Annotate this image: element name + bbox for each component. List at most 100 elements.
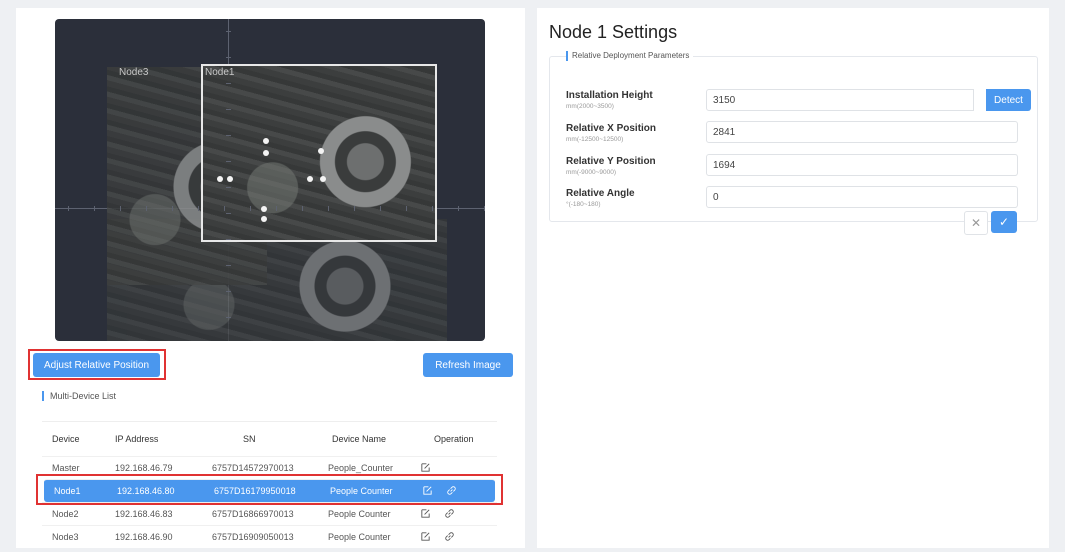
axis-tick <box>226 57 231 58</box>
ip-address-cell: 192.168.46.79 <box>115 463 173 473</box>
device-cell: Node2 <box>52 509 79 519</box>
relative-y-input[interactable] <box>706 154 1018 176</box>
relative-y-hint: mm(-9000~9000) <box>566 169 617 176</box>
axis-tick <box>226 265 231 266</box>
camera-view[interactable]: Node3 Node1 <box>55 19 485 341</box>
device-cell: Master <box>52 463 80 473</box>
refresh-image-button[interactable]: Refresh Image <box>423 353 513 377</box>
axis-tick <box>68 206 69 211</box>
axis-tick <box>146 206 147 211</box>
column-header-device-name: Device Name <box>332 434 387 444</box>
axis-tick <box>226 291 231 292</box>
ip-address-cell: 192.168.46.80 <box>117 486 175 496</box>
edit-icon[interactable] <box>422 485 434 497</box>
device-table: Device IP Address SN Device Name Operati… <box>42 421 497 548</box>
relative-x-input[interactable] <box>706 121 1018 143</box>
node1-label: Node1 <box>205 67 235 78</box>
operation-cell <box>420 531 456 543</box>
operation-cell <box>420 462 432 474</box>
sn-cell: 6757D14572970013 <box>212 463 294 473</box>
axis-tick <box>302 206 303 211</box>
detection-point <box>261 206 267 212</box>
axis-tick <box>484 206 485 211</box>
axis-tick <box>94 206 95 211</box>
axis-tick <box>354 206 355 211</box>
axis-tick <box>276 206 277 211</box>
axis-tick <box>406 206 407 211</box>
axis-tick <box>226 213 231 214</box>
relative-x-label: Relative X Position <box>566 123 657 134</box>
edit-icon[interactable] <box>420 462 432 474</box>
ip-address-cell: 192.168.46.90 <box>115 532 173 542</box>
cancel-button[interactable]: ✕ <box>964 211 988 235</box>
detection-point <box>217 176 223 182</box>
sn-cell: 6757D16866970013 <box>212 509 294 519</box>
column-header-sn: SN <box>243 434 256 444</box>
left-panel: Node3 Node1 Adjust Relative Position Ref… <box>16 8 525 548</box>
column-header-device: Device <box>52 434 80 444</box>
column-header-ip: IP Address <box>115 434 159 444</box>
detection-point <box>263 150 269 156</box>
detection-point <box>318 148 324 154</box>
table-row[interactable]: Node2 192.168.46.83 6757D16866970013 People… <box>42 502 497 525</box>
table-row[interactable]: Node3 192.168.46.90 6757D16909050013 People… <box>42 525 497 548</box>
detection-point <box>261 216 267 222</box>
axis-tick <box>224 206 225 211</box>
axis-tick <box>226 31 231 32</box>
axis-tick <box>226 187 231 188</box>
axis-tick <box>250 206 251 211</box>
relative-angle-label: Relative Angle <box>566 188 635 199</box>
sn-cell: 6757D16909050013 <box>212 532 294 542</box>
detection-point <box>320 176 326 182</box>
axis-tick <box>226 135 231 136</box>
axis-tick <box>226 83 231 84</box>
device-name-cell: People_Counter <box>328 463 394 473</box>
link-icon[interactable] <box>446 485 458 497</box>
table-row[interactable]: Master 192.168.46.79 6757D14572970013 Peopl… <box>42 456 497 479</box>
device-name-cell: People Counter <box>330 486 393 496</box>
axis-tick <box>226 161 231 162</box>
axis-tick <box>226 109 231 110</box>
detection-point <box>307 176 313 182</box>
axis-tick <box>226 317 231 318</box>
device-cell: Node1 <box>54 486 81 496</box>
edit-icon[interactable] <box>420 531 432 543</box>
installation-height-input[interactable] <box>706 89 974 111</box>
params-section-title: Relative Deployment Parameters <box>566 51 694 61</box>
relative-angle-input[interactable] <box>706 186 1018 208</box>
column-header-operation: Operation <box>434 434 474 444</box>
device-name-cell: People Counter <box>328 532 391 542</box>
device-name-cell: People Counter <box>328 509 391 519</box>
node3-label: Node3 <box>119 67 149 78</box>
axis-tick <box>458 206 459 211</box>
sn-cell: 6757D16179950018 <box>214 486 296 496</box>
detect-button[interactable]: Detect <box>986 89 1031 111</box>
settings-title: Node 1 Settings <box>549 22 678 42</box>
node1-camera-feed[interactable] <box>201 64 437 242</box>
installation-height-hint: mm(2000~3500) <box>566 103 614 110</box>
relative-y-label: Relative Y Position <box>566 156 656 167</box>
table-header: Device IP Address SN Device Name Operati… <box>42 422 497 456</box>
edit-icon[interactable] <box>420 508 432 520</box>
table-row[interactable]: Node1 192.168.46.80 6757D16179950018 People… <box>44 479 495 502</box>
axis-tick <box>172 206 173 211</box>
link-icon[interactable] <box>444 508 456 520</box>
relative-angle-hint: °(-180~180) <box>566 201 601 208</box>
axis-tick <box>380 206 381 211</box>
confirm-button[interactable]: ✓ <box>991 211 1017 233</box>
relative-x-hint: mm(-12500~12500) <box>566 136 624 143</box>
detection-point <box>263 138 269 144</box>
right-panel: Node 1 Settings Relative Deployment Para… <box>537 8 1049 548</box>
device-list-title: Multi-Device List <box>42 391 116 401</box>
axis-tick <box>328 206 329 211</box>
link-icon[interactable] <box>444 531 456 543</box>
detection-point <box>227 176 233 182</box>
axis-tick <box>198 206 199 211</box>
adjust-relative-position-button[interactable]: Adjust Relative Position <box>33 353 160 377</box>
axis-tick <box>432 206 433 211</box>
axis-tick <box>120 206 121 211</box>
operation-cell <box>420 508 456 520</box>
deployment-params-box: Relative Deployment Parameters Installat… <box>549 51 1038 222</box>
adjust-highlight-frame: Adjust Relative Position <box>28 349 166 380</box>
operation-cell <box>422 485 458 497</box>
